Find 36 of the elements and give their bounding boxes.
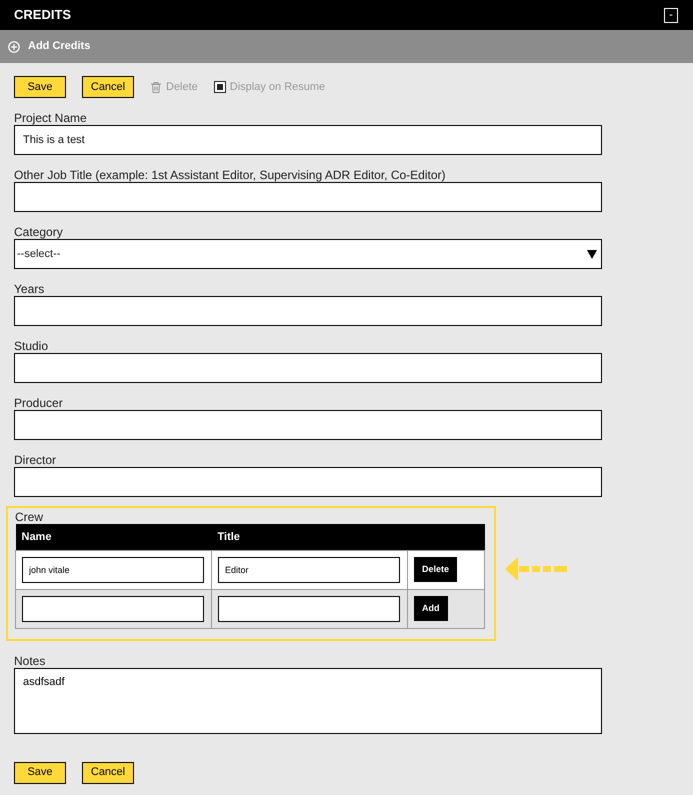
text-field[interactable] — [14, 182, 602, 212]
field-label: Director — [14, 453, 58, 467]
footer-button[interactable]: Cancel — [82, 762, 134, 784]
field-label: Notes — [14, 654, 46, 668]
text-field[interactable] — [14, 353, 602, 383]
caret-icon — [587, 250, 597, 258]
field-label: Project Name — [14, 111, 88, 125]
column-header: Name — [16, 524, 212, 550]
crew-label: Crew — [15, 510, 44, 524]
text-field[interactable] — [218, 596, 400, 622]
trash-icon — [150, 80, 162, 94]
panel-title: CREDITS — [14, 6, 72, 24]
text-field[interactable] — [22, 596, 204, 622]
field-label: Category — [14, 225, 64, 239]
row-button[interactable]: Add — [414, 596, 448, 621]
toolbar-button[interactable]: Save — [14, 76, 66, 98]
text-field[interactable] — [14, 296, 602, 326]
footer-button[interactable]: Save — [14, 762, 66, 784]
collapse-button[interactable]: - — [664, 8, 678, 22]
field-label: Producer — [14, 396, 64, 410]
toolbar-button[interactable]: Cancel — [82, 76, 134, 98]
field-label: Years — [14, 282, 46, 296]
checkbox-label: Display on Resume — [230, 80, 326, 95]
row-button[interactable]: Delete — [414, 557, 458, 582]
notes-field[interactable]: asdfsadf — [14, 668, 602, 734]
field-label: Studio — [14, 339, 50, 353]
text-field[interactable] — [14, 467, 602, 497]
add-circle-icon — [8, 40, 20, 52]
text-field[interactable]: john vitale — [22, 556, 204, 582]
text-field[interactable] — [14, 410, 602, 440]
text-field[interactable]: This is a test — [14, 125, 602, 155]
section-title: Add Credits — [28, 39, 90, 54]
text-field[interactable]: Editor — [218, 556, 400, 582]
column-header: Title — [212, 524, 408, 550]
select-field[interactable]: --select-- — [14, 239, 602, 269]
field-label: Other Job Title (example: 1st Assistant Editor, Supervising ADR Editor, Co-Editor) — [14, 168, 447, 182]
